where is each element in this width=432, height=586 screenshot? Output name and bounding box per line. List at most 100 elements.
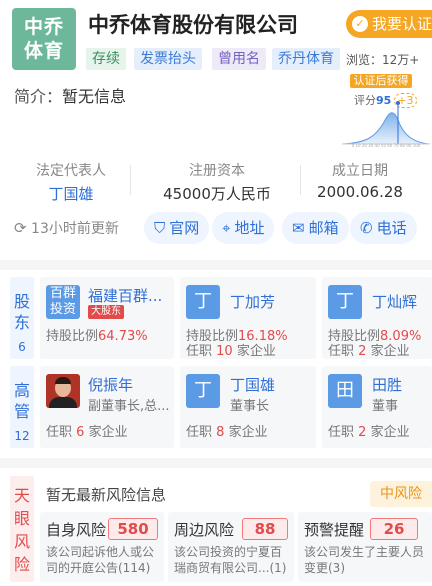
side-char: 东: [13, 313, 30, 332]
legal-rep-stat: 法定代表人 丁国雄: [26, 160, 116, 204]
shield-check-icon: ⛉: [154, 219, 166, 237]
shareholder-ratio: 持股比例64.73%: [46, 325, 148, 344]
section-separator: [0, 260, 432, 270]
jobs-suffix: 家企业: [236, 344, 276, 359]
website-label: 官网: [169, 219, 200, 237]
envelope-icon: ✉: [292, 219, 305, 237]
founded-label: 成立日期: [332, 163, 388, 179]
executive-title: 董事长: [230, 399, 270, 414]
executive-avatar: 田: [328, 374, 362, 408]
jobs-prefix: 任职: [328, 425, 355, 440]
check-icon: ✓: [352, 15, 368, 32]
executives-count: 12: [14, 429, 30, 443]
shareholder-name[interactable]: 丁灿辉: [372, 291, 417, 312]
shareholder-jobs: 任职 10 家企业: [186, 340, 276, 359]
score-widget[interactable]: 认证后获得 评分95 +3 0 10 20 30 40 50 60 70 80 9…: [340, 72, 432, 150]
side-char: 险: [13, 555, 30, 574]
shareholder-avatar: 丁: [186, 285, 220, 319]
view-count: 浏览：12万+: [346, 53, 420, 67]
jobs-count: 6: [76, 425, 85, 440]
shareholder-card[interactable]: 丁 丁灿辉 持股比例8.09% 任职 2 家企业: [322, 277, 432, 359]
jobs-suffix: 家企业: [370, 425, 410, 440]
founded-stat: 成立日期 2000.06.28: [314, 160, 406, 201]
legal-rep-value[interactable]: 丁国雄: [26, 183, 116, 204]
avatar-text: 投资: [49, 302, 76, 317]
phone-link[interactable]: ✆ 电话: [350, 212, 417, 244]
jobs-suffix: 家企业: [88, 425, 128, 440]
shareholder-name[interactable]: 福建百群...: [88, 285, 172, 306]
location-pin-icon: ⌖: [222, 219, 231, 237]
side-char: 股: [13, 292, 30, 311]
shareholder-name[interactable]: 丁加芳: [230, 291, 275, 312]
avatar-text: 百群: [49, 286, 76, 301]
risk-card-count: 580: [108, 518, 158, 540]
invoice-tag[interactable]: 发票抬头: [134, 48, 202, 70]
update-text: 13小时前更新: [31, 221, 119, 237]
status-tag[interactable]: 存续: [86, 48, 126, 70]
jobs-prefix: 任职: [186, 344, 213, 359]
side-char: 风: [13, 532, 30, 551]
shareholder-card[interactable]: 百群 投资 福建百群... 大股东 持股比例64.73%: [40, 277, 174, 359]
side-char: 天: [13, 486, 30, 505]
executive-jobs: 任职 8 家企业: [186, 421, 268, 440]
risk-card-name: 预警提醒: [304, 521, 365, 539]
risk-card-surrounding[interactable]: 周边风险 88 该公司投资的宁夏百瑞商贸有限公司...(1): [168, 512, 294, 582]
intro-label: 简介：: [14, 87, 63, 106]
executive-card[interactable]: 田 田胜 董事 任职 2 家企业: [322, 366, 432, 448]
ratio-value: 64.73%: [98, 329, 148, 344]
shareholders-side-label[interactable]: 股东 6: [10, 277, 34, 359]
jobs-count: 10: [216, 344, 233, 359]
risk-side-label[interactable]: 天眼风险: [10, 476, 34, 582]
shareholders-count: 6: [18, 340, 26, 354]
risk-card-desc: 该公司发生了主要人员变更(3): [304, 545, 425, 575]
executive-card[interactable]: 倪振年 副董事长,总... 任职 6 家企业: [40, 366, 174, 448]
jobs-suffix: 家企业: [370, 344, 410, 359]
brand-tag[interactable]: 乔丹体育: [272, 48, 340, 70]
photo-suit: [49, 397, 77, 408]
intro-value: 暂无信息: [62, 87, 127, 106]
shareholder-avatar: 百群 投资: [46, 285, 80, 319]
claim-label: 我要认证: [372, 15, 432, 33]
executives-side-label[interactable]: 高管 12: [10, 366, 34, 448]
website-link[interactable]: ⛉ 官网: [144, 212, 210, 244]
executive-name[interactable]: 丁国雄: [230, 374, 275, 395]
risk-level-badge[interactable]: 中风险: [370, 481, 432, 507]
risk-card-name: 周边风险: [174, 521, 235, 539]
ratio-prefix: 持股比例: [46, 329, 99, 344]
jobs-prefix: 任职: [46, 425, 73, 440]
jobs-prefix: 任职: [186, 425, 213, 440]
score-axis-labels: 0 10 20 30 40 50 60 70 80 90 100: [351, 143, 421, 148]
risk-card-name: 自身风险: [46, 521, 107, 539]
claim-button[interactable]: ✓ 我要认证: [346, 10, 432, 38]
company-intro: 简介：暂无信息: [14, 83, 126, 107]
photo-hair: [55, 377, 71, 384]
divider: [300, 165, 301, 195]
executive-card[interactable]: 丁 丁国雄 董事长 任职 8 家企业: [180, 366, 316, 448]
executive-name[interactable]: 田胜: [372, 374, 402, 395]
divider: [130, 165, 131, 195]
phone-label: 电话: [376, 219, 407, 237]
former-name-tag[interactable]: 曾用名: [212, 48, 266, 70]
executive-title: 副董事长,总...: [88, 399, 170, 414]
phone-icon: ✆: [360, 219, 373, 237]
email-label: 邮箱: [308, 219, 339, 237]
major-shareholder-badge: 大股东: [88, 305, 124, 319]
address-link[interactable]: ⌖ 地址: [212, 212, 275, 244]
executive-photo: [46, 374, 80, 408]
address-label: 地址: [234, 219, 265, 237]
capital-label: 注册资本: [189, 163, 245, 179]
executive-title: 董事: [372, 399, 399, 414]
executive-jobs: 任职 6 家企业: [46, 421, 128, 440]
refresh-icon: ⟳: [14, 219, 27, 237]
jobs-count: 2: [358, 344, 367, 359]
shareholder-jobs: 任职 2 家企业: [328, 340, 410, 359]
executive-jobs: 任职 2 家企业: [328, 421, 410, 440]
risk-card-desc: 该公司投资的宁夏百瑞商贸有限公司...(1): [174, 545, 287, 575]
executive-name[interactable]: 倪振年: [88, 374, 133, 395]
company-logo: 中乔 体育: [12, 8, 76, 70]
email-link[interactable]: ✉ 邮箱: [282, 212, 349, 244]
update-status: ⟳ 13小时前更新: [14, 218, 119, 238]
risk-card-warning[interactable]: 预警提醒 26 该公司发生了主要人员变更(3): [298, 512, 432, 582]
shareholder-card[interactable]: 丁 丁加芳 持股比例16.18% 任职 10 家企业: [180, 277, 316, 359]
risk-card-self[interactable]: 自身风险 580 该公司起诉他人或公司的开庭公告(114): [40, 512, 164, 582]
